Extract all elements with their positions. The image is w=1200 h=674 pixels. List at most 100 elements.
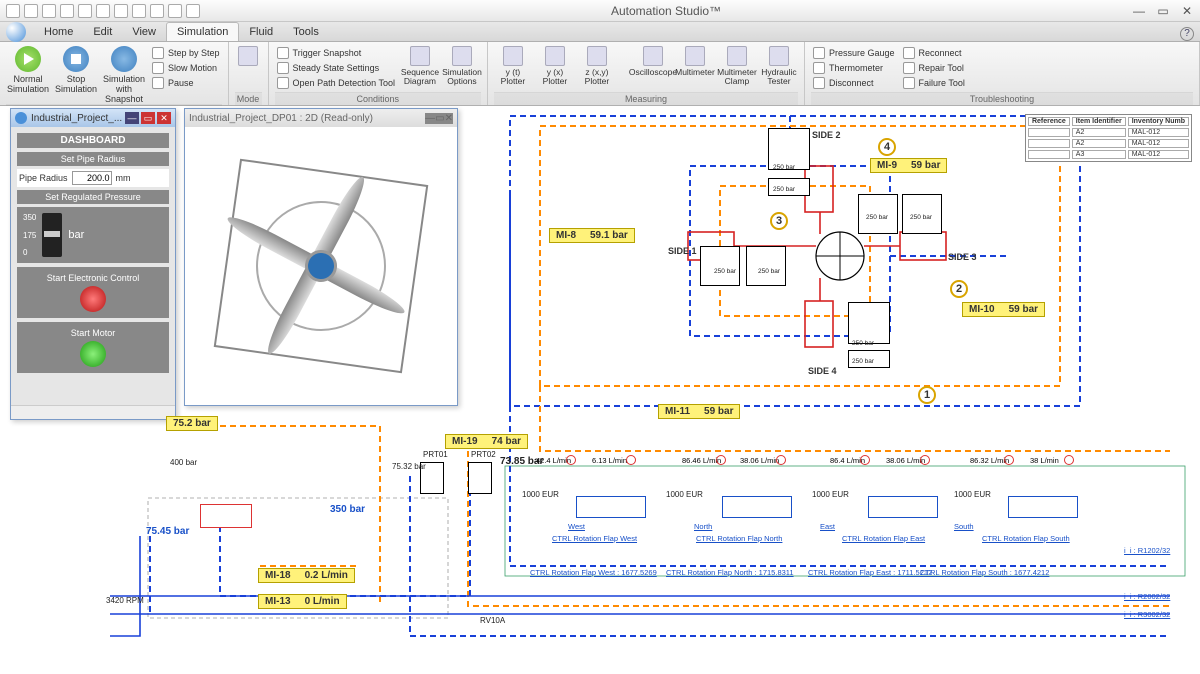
schematic-canvas[interactable]: [0, 106, 1200, 674]
link-west[interactable]: West: [568, 522, 585, 531]
tab-simulation[interactable]: Simulation: [166, 22, 239, 41]
qat-icon[interactable]: [78, 4, 92, 18]
link-ctrl-south[interactable]: CTRL Rotation Flap South: [982, 534, 1070, 543]
start-motor-button[interactable]: Start Motor: [17, 322, 169, 373]
pause-button[interactable]: Pause: [152, 76, 220, 90]
normal-simulation-button[interactable]: Normal Simulation: [6, 44, 50, 94]
open-path-button[interactable]: Open Path Detection Tool: [277, 76, 395, 90]
slow-motion-button[interactable]: Slow Motion: [152, 61, 220, 75]
qat-icon[interactable]: [168, 4, 182, 18]
valve-west[interactable]: [576, 496, 646, 518]
qat-icon[interactable]: [60, 4, 74, 18]
help-icon[interactable]: ?: [1180, 27, 1194, 41]
qat-icon[interactable]: [186, 4, 200, 18]
link-ctrl-north[interactable]: CTRL Rotation Flap North: [696, 534, 782, 543]
link-north[interactable]: North: [694, 522, 712, 531]
ribbon-group-control: Normal Simulation Stop Simulation Simula…: [0, 42, 229, 105]
dashboard-window[interactable]: Industrial_Project_... —▭✕ DASHBOARD Set…: [10, 108, 176, 420]
qat-icon[interactable]: [24, 4, 38, 18]
link-ctrl-east[interactable]: CTRL Rotation Flap East: [842, 534, 925, 543]
valve-south[interactable]: [1008, 496, 1078, 518]
multimeter-clamp-button[interactable]: Multimeter Clamp: [718, 44, 756, 86]
qat-icon[interactable]: [96, 4, 110, 18]
link-ctrl2-east[interactable]: CTRL Rotation Flap East : 1711.5212: [808, 568, 932, 577]
failure-tool-button[interactable]: Failure Tool: [903, 76, 965, 90]
maximize-button[interactable]: ▭: [1156, 4, 1170, 18]
window-close-icon[interactable]: ✕: [157, 112, 171, 124]
valve-north[interactable]: [722, 496, 792, 518]
thermometer-button[interactable]: Thermometer: [813, 61, 895, 75]
measure-mi9[interactable]: MI-959 bar: [870, 158, 947, 173]
window-close-icon[interactable]: ✕: [445, 113, 453, 124]
measure-mi10[interactable]: MI-1059 bar: [962, 302, 1045, 317]
repair-tool-button[interactable]: Repair Tool: [903, 61, 965, 75]
measure-p752[interactable]: 75.2 bar: [166, 416, 218, 431]
measure-mi11[interactable]: MI-1159 bar: [658, 404, 740, 419]
view3d-titlebar[interactable]: Industrial_Project_DP01 : 2D (Read-only)…: [185, 109, 457, 127]
link-ctrl-west[interactable]: CTRL Rotation Flap West: [552, 534, 637, 543]
yx-plotter-button[interactable]: y (x) Plotter: [536, 44, 574, 86]
disconnect-button[interactable]: Disconnect: [813, 76, 895, 90]
link-east[interactable]: East: [820, 522, 835, 531]
link-ctrl2-south[interactable]: CTRL Rotation Flap South : 1677.4212: [920, 568, 1049, 577]
qat-icon[interactable]: [150, 4, 164, 18]
yt-plotter-button[interactable]: y (t) Plotter: [494, 44, 532, 86]
qat-icon[interactable]: [114, 4, 128, 18]
link-south[interactable]: South: [954, 522, 974, 531]
tab-home[interactable]: Home: [34, 23, 83, 41]
valve-east[interactable]: [868, 496, 938, 518]
pipe-radius-input[interactable]: [72, 171, 112, 185]
window-min-icon[interactable]: —: [425, 113, 435, 124]
actuator-side4a[interactable]: [848, 302, 890, 344]
link-r2[interactable]: i_i : R2002/32: [1124, 592, 1170, 601]
qat-icon[interactable]: [6, 4, 20, 18]
qat-icon[interactable]: [132, 4, 146, 18]
minimize-button[interactable]: —: [1132, 4, 1146, 18]
side4-label: SIDE 4: [808, 366, 837, 376]
sequence-diagram-button[interactable]: Sequence Diagram: [401, 44, 439, 86]
stop-simulation-button[interactable]: Stop Simulation: [54, 44, 98, 94]
multimeter-button[interactable]: Multimeter: [676, 44, 714, 77]
link-ctrl2-north[interactable]: CTRL Rotation Flap North : 1715.8311: [666, 568, 794, 577]
dcv-main[interactable]: [200, 504, 252, 528]
measure-mi8[interactable]: MI-859.1 bar: [549, 228, 635, 243]
flow-sensor-icon: [1064, 455, 1074, 465]
link-ctrl2-west[interactable]: CTRL Rotation Flap West : 1677.5269: [530, 568, 657, 577]
measure-mi19[interactable]: MI-1974 bar: [445, 434, 528, 449]
tab-fluid[interactable]: Fluid: [239, 23, 283, 41]
actuator-side1b[interactable]: [746, 246, 786, 286]
mode-button[interactable]: [235, 44, 262, 68]
simulation-snapshot-button[interactable]: Simulation with Snapshot: [102, 44, 146, 104]
hydraulic-tester-button[interactable]: Hydraulic Tester: [760, 44, 798, 86]
link-r3[interactable]: i_i : R3002/32: [1124, 610, 1170, 619]
app-logo[interactable]: [6, 22, 26, 42]
steady-state-button[interactable]: Steady State Settings: [277, 61, 395, 75]
measure-mi18[interactable]: MI-180.2 L/min: [258, 568, 355, 583]
tab-tools[interactable]: Tools: [283, 23, 329, 41]
step-by-step-button[interactable]: Step by Step: [152, 46, 220, 60]
actuator-side1a[interactable]: [700, 246, 740, 286]
window-max-icon[interactable]: ▭: [141, 112, 155, 124]
pressure-gauge-button[interactable]: Pressure Gauge: [813, 46, 895, 60]
close-button[interactable]: ✕: [1180, 4, 1194, 18]
measure-mi13[interactable]: MI-130 L/min: [258, 594, 347, 609]
window-min-icon[interactable]: —: [125, 112, 139, 124]
tab-edit[interactable]: Edit: [83, 23, 122, 41]
simulation-options-button[interactable]: Simulation Options: [443, 44, 481, 86]
reconnect-button[interactable]: Reconnect: [903, 46, 965, 60]
qat-icon[interactable]: [42, 4, 56, 18]
window-max-icon[interactable]: ▭: [435, 113, 444, 124]
view3d-window[interactable]: Industrial_Project_DP01 : 2D (Read-only)…: [184, 108, 458, 406]
pressure-slider[interactable]: [42, 213, 62, 257]
iris-view[interactable]: [185, 127, 457, 405]
dashboard-window-titlebar[interactable]: Industrial_Project_... —▭✕: [11, 109, 175, 127]
scrollbar[interactable]: [11, 405, 175, 419]
trigger-snapshot-button[interactable]: Trigger Snapshot: [277, 46, 395, 60]
link-r1[interactable]: i_i : R1202/32: [1124, 546, 1170, 555]
reference-table[interactable]: ReferenceItem IdentifierInventory Numb A…: [1025, 114, 1192, 162]
prt02-valve[interactable]: [468, 462, 492, 494]
zxy-plotter-button[interactable]: z (x,y) Plotter: [578, 44, 616, 86]
tab-view[interactable]: View: [122, 23, 166, 41]
oscilloscope-button[interactable]: Oscilloscope: [634, 44, 672, 77]
start-ec-button[interactable]: Start Electronic Control: [17, 267, 169, 318]
